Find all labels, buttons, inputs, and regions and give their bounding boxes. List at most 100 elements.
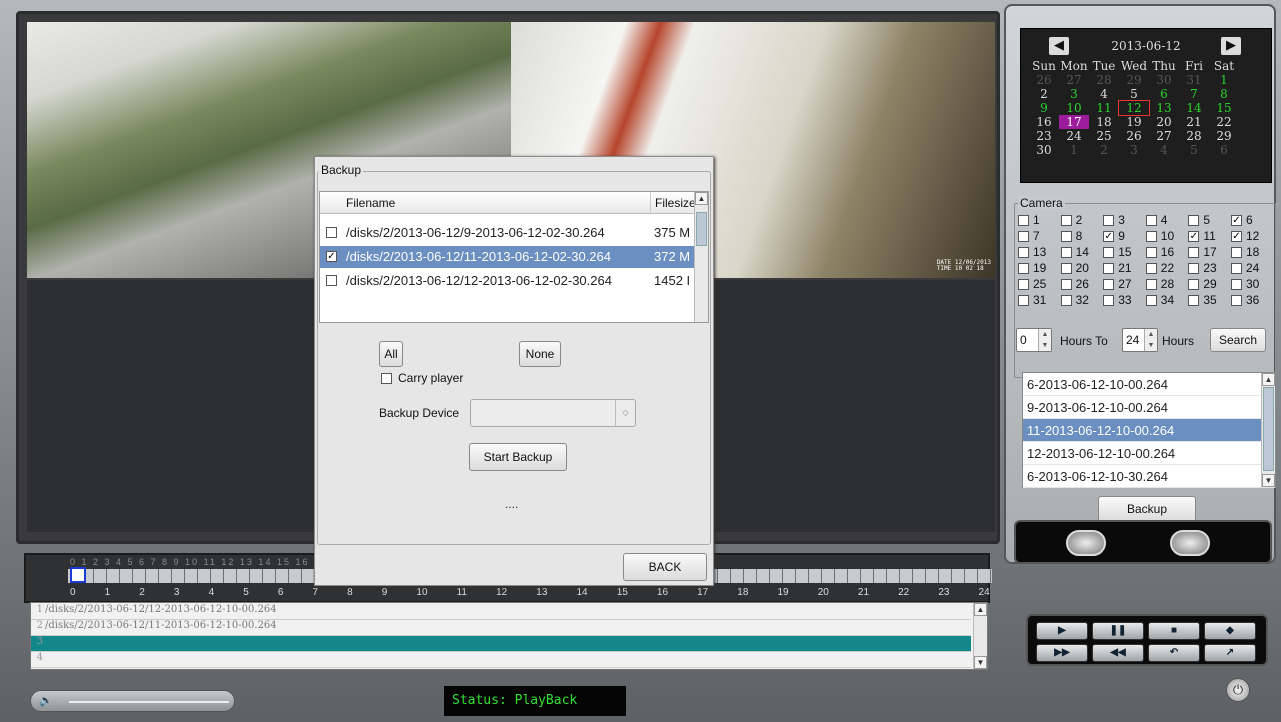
- spin-arrows-icon[interactable]: ▲ ▼: [1144, 329, 1157, 351]
- scroll-up-icon[interactable]: ▲: [695, 192, 708, 205]
- carry-player-option[interactable]: Carry player: [381, 371, 463, 385]
- playlist-row[interactable]: 3: [31, 636, 971, 652]
- camera-checkbox[interactable]: [1060, 214, 1072, 226]
- calendar-day[interactable]: 1: [1059, 143, 1089, 157]
- camera-checkbox[interactable]: [1145, 262, 1157, 274]
- calendar-day[interactable]: 5: [1179, 143, 1209, 157]
- camera-option[interactable]: 8: [1060, 229, 1104, 243]
- calendar-day[interactable]: 24: [1059, 129, 1089, 143]
- camera-checkbox[interactable]: ✓: [1230, 214, 1242, 226]
- snapshot-button[interactable]: [1066, 530, 1106, 556]
- camera-option[interactable]: 32: [1060, 293, 1104, 307]
- calendar-day[interactable]: 26: [1029, 73, 1059, 87]
- camera-option[interactable]: 5: [1188, 213, 1231, 227]
- camera-option[interactable]: 21: [1103, 261, 1146, 275]
- calendar-day[interactable]: 3: [1119, 143, 1149, 157]
- camera-checkbox[interactable]: [1145, 230, 1157, 242]
- calendar-day[interactable]: 25: [1089, 129, 1119, 143]
- calendar-day[interactable]: 19: [1119, 115, 1149, 129]
- camera-option[interactable]: 15: [1103, 245, 1146, 259]
- camera-checkbox[interactable]: [1018, 246, 1029, 258]
- row-checkbox[interactable]: [326, 275, 337, 286]
- camera-checkbox[interactable]: [1188, 278, 1200, 290]
- camera-checkbox[interactable]: [1230, 278, 1242, 290]
- scroll-thumb[interactable]: [1263, 387, 1274, 471]
- scroll-down-icon[interactable]: ▼: [1262, 474, 1275, 487]
- camera-checkbox[interactable]: [1103, 278, 1115, 290]
- camera-option[interactable]: 22: [1145, 261, 1189, 275]
- column-filesize[interactable]: Filesize: [650, 192, 696, 214]
- calendar-day[interactable]: 22: [1209, 115, 1239, 129]
- calendar-day[interactable]: 2: [1089, 143, 1119, 157]
- calendar-day[interactable]: 2: [1029, 87, 1059, 101]
- calendar-day[interactable]: 10: [1059, 101, 1089, 115]
- camera-option[interactable]: 14: [1060, 245, 1104, 259]
- camera-checkbox[interactable]: [1230, 294, 1242, 306]
- calendar-day[interactable]: 21: [1179, 115, 1209, 129]
- camera-option[interactable]: 3: [1103, 213, 1146, 227]
- spin-arrows-icon[interactable]: ▲ ▼: [1038, 329, 1051, 351]
- calendar-day[interactable]: 29: [1209, 129, 1239, 143]
- row-checkbox[interactable]: ✓: [326, 251, 337, 262]
- column-filename[interactable]: Filename: [346, 196, 395, 210]
- fast-forward-button[interactable]: ▶▶: [1036, 644, 1088, 662]
- calendar-day[interactable]: 29: [1119, 73, 1149, 87]
- camera-checkbox[interactable]: [1018, 294, 1029, 306]
- camera-checkbox[interactable]: [1060, 246, 1072, 258]
- start-backup-button[interactable]: Start Backup: [469, 443, 567, 471]
- camera-checkbox[interactable]: [1060, 230, 1072, 242]
- camera-option[interactable]: 4: [1145, 213, 1189, 227]
- scroll-up-icon[interactable]: ▲: [1262, 373, 1275, 386]
- table-row[interactable]: /disks/2/2013-06-12/12-2013-06-12-02-30.…: [320, 270, 696, 292]
- camera-option[interactable]: 35: [1188, 293, 1231, 307]
- calendar-next-button[interactable]: ▶: [1221, 37, 1241, 55]
- camera-checkbox[interactable]: [1188, 246, 1200, 258]
- camera-option[interactable]: 20: [1060, 261, 1104, 275]
- calendar-day[interactable]: 11: [1089, 101, 1119, 115]
- camera-option[interactable]: 28: [1145, 277, 1189, 291]
- calendar-prev-button[interactable]: ◀: [1049, 37, 1069, 55]
- calendar-day[interactable]: 30: [1149, 73, 1179, 87]
- playlist-row[interactable]: 2/disks/2/2013-06-12/11-2013-06-12-10-00…: [31, 620, 971, 636]
- camera-checkbox[interactable]: [1018, 230, 1029, 242]
- list-item[interactable]: 12-2013-06-12-10-00.264: [1023, 442, 1275, 465]
- camera-checkbox[interactable]: [1188, 294, 1200, 306]
- pause-button[interactable]: ❚❚: [1092, 622, 1144, 640]
- select-none-button[interactable]: None: [519, 341, 561, 367]
- stop-button[interactable]: ■: [1148, 622, 1200, 640]
- hours-to-spinbox[interactable]: 24 ▲ ▼: [1122, 328, 1158, 352]
- camera-checkbox[interactable]: [1018, 262, 1029, 274]
- camera-checkbox[interactable]: [1188, 214, 1200, 226]
- camera-option[interactable]: 27: [1103, 277, 1146, 291]
- calendar-day[interactable]: 9: [1029, 101, 1059, 115]
- camera-option[interactable]: 16: [1145, 245, 1189, 259]
- calendar-day[interactable]: 17: [1059, 115, 1089, 129]
- camera-option[interactable]: 34: [1145, 293, 1189, 307]
- camera-checkbox[interactable]: [1018, 214, 1029, 226]
- step-button[interactable]: ◆: [1204, 622, 1256, 640]
- search-button[interactable]: Search: [1210, 328, 1266, 352]
- camera-option[interactable]: 31: [1018, 293, 1061, 307]
- calendar-day[interactable]: 12: [1118, 100, 1150, 116]
- camera-checkbox[interactable]: [1103, 262, 1115, 274]
- camera-option[interactable]: 33: [1103, 293, 1146, 307]
- calendar-day[interactable]: 3: [1059, 87, 1089, 101]
- zoom-button[interactable]: [1170, 530, 1210, 556]
- camera-option[interactable]: 30: [1230, 277, 1274, 291]
- calendar-day[interactable]: 31: [1179, 73, 1209, 87]
- power-button[interactable]: ⏻: [1226, 678, 1250, 702]
- camera-option[interactable]: ✓ 12: [1230, 229, 1274, 243]
- calendar-day[interactable]: 23: [1029, 129, 1059, 143]
- calendar-day[interactable]: 8: [1209, 87, 1239, 101]
- calendar-day[interactable]: 13: [1149, 101, 1179, 115]
- camera-option[interactable]: 19: [1018, 261, 1061, 275]
- calendar-day[interactable]: 30: [1029, 143, 1059, 157]
- calendar-day[interactable]: 6: [1209, 143, 1239, 157]
- back-arrow-button[interactable]: ↶: [1148, 644, 1200, 662]
- scroll-up-icon[interactable]: ▲: [974, 603, 987, 616]
- list-item[interactable]: 6-2013-06-12-10-00.264: [1023, 373, 1275, 396]
- volume-track[interactable]: [69, 701, 229, 703]
- file-list-scrollbar[interactable]: ▲ ▼: [1261, 373, 1275, 487]
- list-item[interactable]: 6-2013-06-12-10-30.264: [1023, 465, 1275, 488]
- camera-checkbox[interactable]: [1145, 294, 1157, 306]
